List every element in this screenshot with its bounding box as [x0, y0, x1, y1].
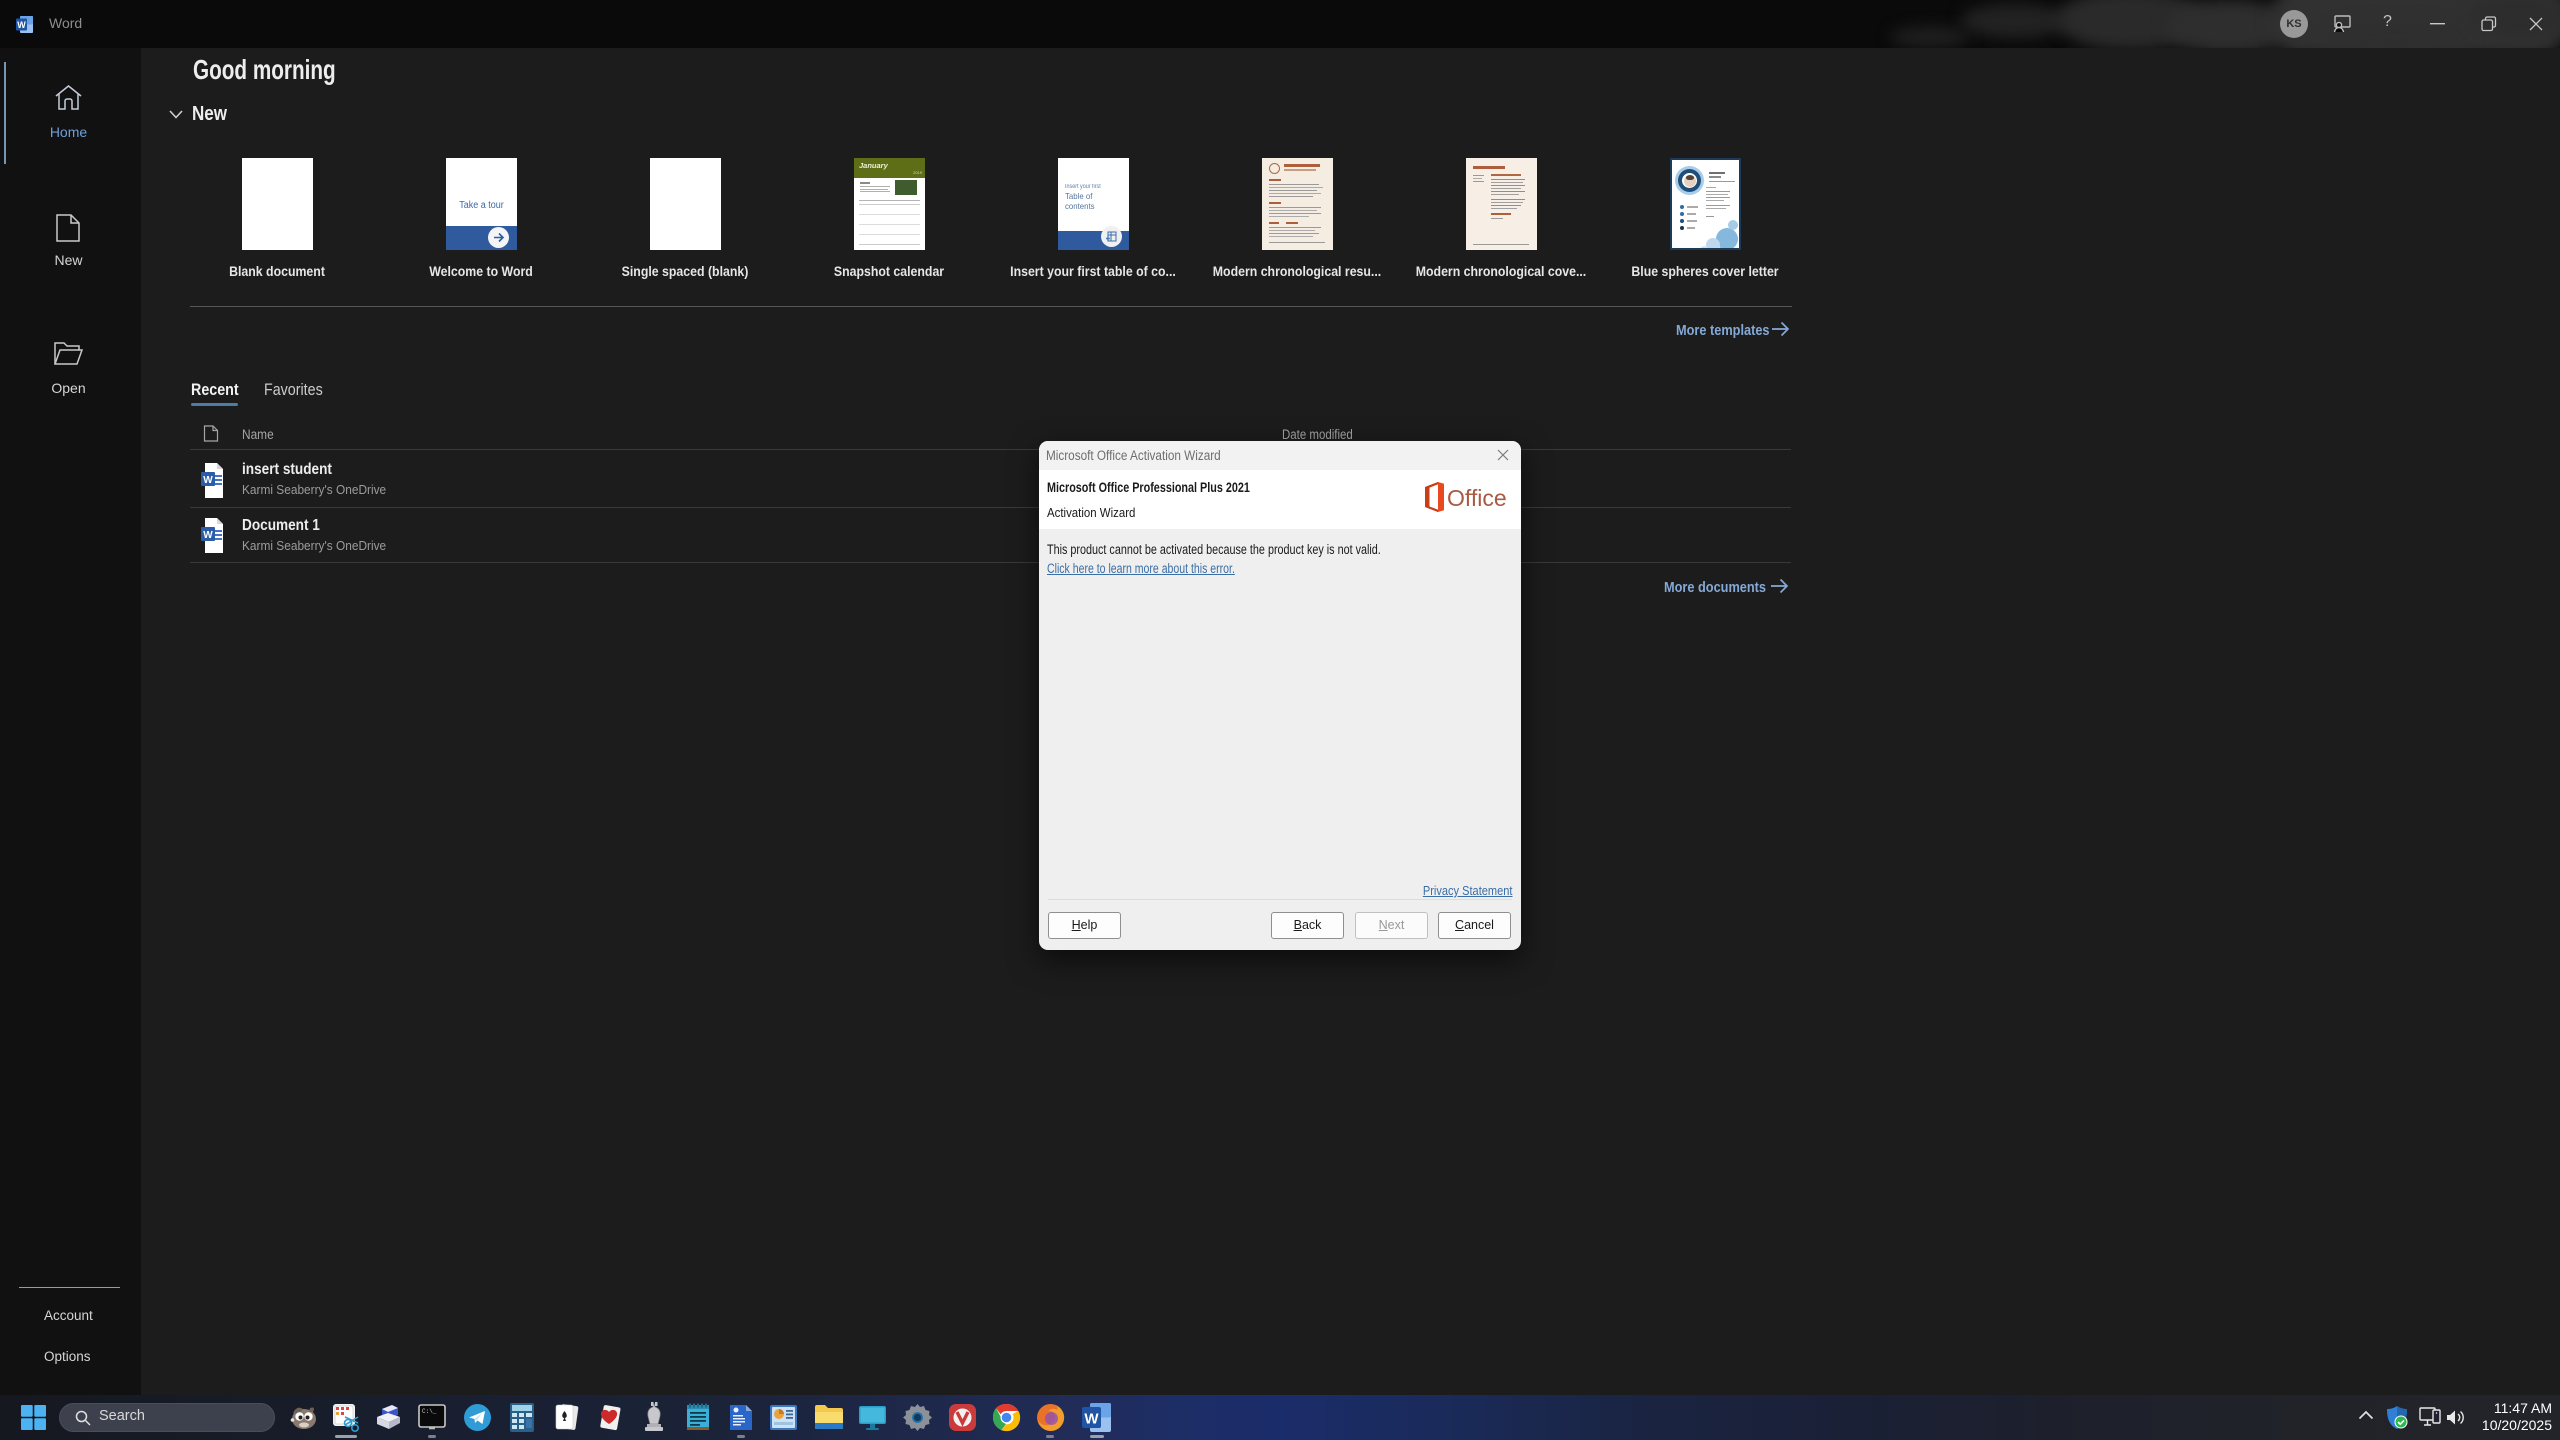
svg-text:W: W	[203, 475, 213, 486]
svg-text:W: W	[203, 530, 213, 541]
svg-text:C:\_: C:\_	[422, 1408, 437, 1415]
svg-text:W: W	[17, 20, 26, 30]
svg-text:W: W	[1084, 1411, 1099, 1428]
